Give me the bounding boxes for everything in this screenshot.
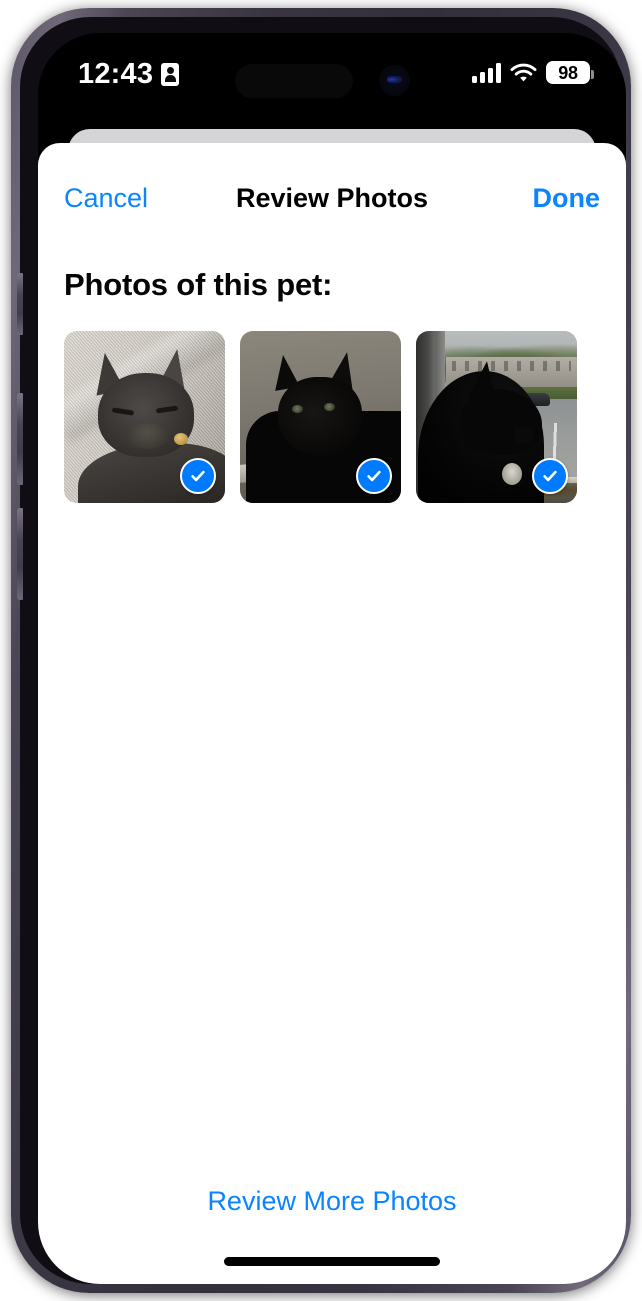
wifi-icon xyxy=(510,63,537,83)
volume-down-button[interactable] xyxy=(17,508,23,600)
cancel-button[interactable]: Cancel xyxy=(64,183,148,214)
battery-icon: 98 xyxy=(546,61,594,84)
checkmark-circle-icon[interactable] xyxy=(532,458,568,494)
home-indicator[interactable] xyxy=(224,1257,440,1266)
battery-level-text: 98 xyxy=(558,62,578,83)
phone-screen: 12:43 98 Cancel Review Photos Done Photo… xyxy=(38,33,626,1284)
sheet-footer: Review More Photos xyxy=(38,1172,626,1284)
checkmark-circle-icon[interactable] xyxy=(180,458,216,494)
done-button[interactable]: Done xyxy=(533,183,601,214)
review-photos-modal-sheet: Cancel Review Photos Done Photos of this… xyxy=(38,143,626,1284)
review-more-photos-button[interactable]: Review More Photos xyxy=(38,1172,626,1257)
cellular-signal-icon xyxy=(472,62,501,83)
status-indicators-group: 98 xyxy=(472,61,594,84)
volume-up-button[interactable] xyxy=(17,393,23,485)
section-heading: Photos of this pet: xyxy=(64,267,333,302)
status-bar: 12:43 98 xyxy=(38,33,626,121)
id-card-icon xyxy=(161,63,180,86)
status-time-group: 12:43 xyxy=(78,58,180,90)
photo-thumbnail[interactable] xyxy=(240,331,401,503)
photo-thumbnail[interactable] xyxy=(64,331,225,503)
action-button[interactable] xyxy=(17,273,23,335)
checkmark-circle-icon[interactable] xyxy=(356,458,392,494)
status-time: 12:43 xyxy=(78,58,154,90)
photo-grid xyxy=(64,331,600,503)
modal-nav-bar: Cancel Review Photos Done xyxy=(38,143,626,253)
sheet-content: Photos of this pet: xyxy=(38,267,626,503)
phone-device-frame: 12:43 98 Cancel Review Photos Done Photo… xyxy=(11,8,631,1293)
photo-thumbnail[interactable] xyxy=(416,331,577,503)
